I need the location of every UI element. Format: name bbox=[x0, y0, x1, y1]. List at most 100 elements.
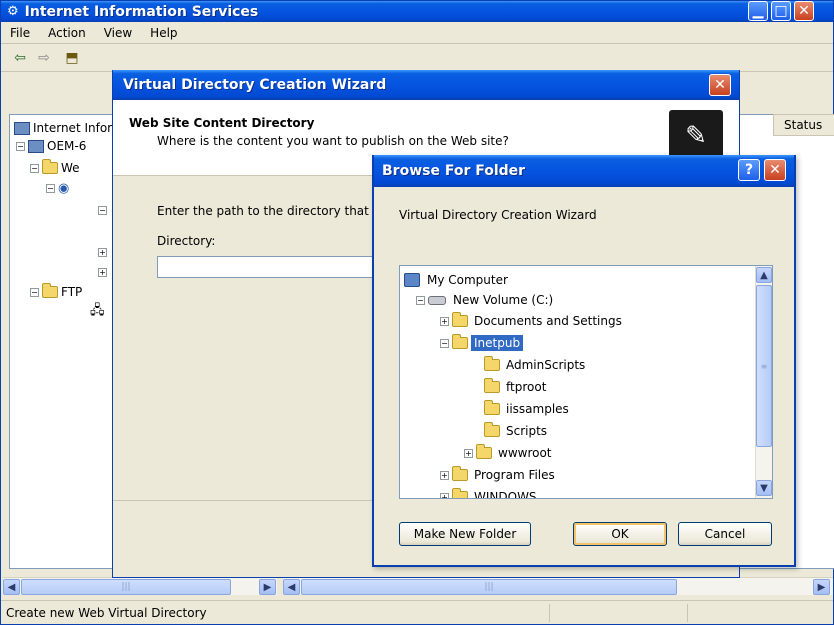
collapse-icon[interactable]: − bbox=[440, 338, 449, 348]
wizard-subheading: Where is the content you want to publish… bbox=[157, 134, 509, 148]
browse-for-folder-dialog: Browse For Folder ? ✕ Virtual Directory … bbox=[372, 155, 796, 567]
close-browse-button[interactable]: ✕ bbox=[764, 159, 786, 181]
wizard-title: Virtual Directory Creation Wizard bbox=[123, 77, 387, 93]
tree-label: wwwroot bbox=[498, 446, 552, 460]
left-h-scrollbar[interactable]: ◀ ||| ▶ bbox=[3, 577, 277, 595]
folder-icon bbox=[484, 422, 500, 437]
tree-item-scripts[interactable]: Scripts bbox=[484, 421, 550, 441]
tree-item-windows[interactable]: + WINDOWS bbox=[440, 487, 540, 498]
menu-help[interactable]: Help bbox=[141, 26, 186, 40]
make-new-folder-button[interactable]: Make New Folder bbox=[399, 522, 531, 546]
scroll-up-icon[interactable]: ▲ bbox=[756, 267, 772, 283]
scroll-right-icon[interactable]: ▶ bbox=[813, 579, 830, 595]
tree-label: ftproot bbox=[506, 380, 547, 394]
status-column-header[interactable]: Status bbox=[773, 114, 834, 136]
tree-item-wwwroot[interactable]: + wwwroot bbox=[464, 443, 555, 463]
tree-label: We bbox=[61, 161, 80, 175]
tree-item-ftproot[interactable]: ftproot bbox=[484, 377, 549, 397]
tree-item-adminscripts[interactable]: AdminScripts bbox=[484, 355, 588, 375]
folder-icon bbox=[476, 444, 492, 459]
scroll-thumb[interactable]: ||| bbox=[21, 579, 231, 595]
expand-icon[interactable]: + bbox=[440, 316, 449, 326]
iis-app-icon: ⚙ bbox=[7, 4, 19, 19]
tree-item-sub2[interactable]: + bbox=[98, 243, 110, 261]
tree-label: New Volume (C:) bbox=[453, 293, 554, 307]
tree-label-selected: Inetpub bbox=[471, 335, 524, 351]
tree-item-website[interactable]: − ◉ bbox=[46, 179, 69, 197]
tree-item-my-computer[interactable]: My Computer bbox=[404, 270, 511, 290]
collapse-icon[interactable]: − bbox=[16, 141, 25, 151]
scroll-thumb[interactable]: ||| bbox=[301, 579, 677, 595]
cancel-button[interactable]: Cancel bbox=[678, 522, 772, 546]
scroll-right-icon[interactable]: ▶ bbox=[259, 579, 276, 595]
tree-label: iissamples bbox=[506, 402, 569, 416]
collapse-icon[interactable]: − bbox=[30, 163, 39, 173]
tree-item-server[interactable]: − OEM-6 bbox=[16, 137, 86, 155]
scroll-down-icon[interactable]: ▼ bbox=[756, 480, 772, 496]
wizard-heading: Web Site Content Directory bbox=[129, 116, 315, 130]
status-divider bbox=[687, 604, 688, 622]
tree-label: FTP bbox=[61, 285, 83, 299]
menu-file[interactable]: File bbox=[1, 26, 39, 40]
expand-icon[interactable]: + bbox=[464, 448, 473, 458]
drive-icon bbox=[428, 295, 446, 305]
tree-item-websites[interactable]: − We bbox=[30, 159, 80, 177]
ok-button[interactable]: OK bbox=[573, 522, 667, 546]
minimize-button[interactable]: ▁ bbox=[748, 1, 768, 21]
tree-label: Internet Information Services bbox=[33, 121, 123, 135]
folder-icon bbox=[484, 356, 500, 371]
scroll-thumb[interactable]: ≡ bbox=[756, 285, 772, 447]
folder-icon bbox=[42, 159, 58, 174]
directory-input[interactable] bbox=[157, 256, 387, 278]
tree-item-drive-c[interactable]: − New Volume (C:) bbox=[416, 290, 556, 310]
my-computer-icon bbox=[404, 273, 420, 287]
tree-item-ftp[interactable]: − FTP bbox=[30, 283, 82, 301]
expand-icon[interactable]: + bbox=[440, 492, 449, 498]
tree-label: OEM-6 bbox=[47, 139, 87, 153]
collapse-icon[interactable]: − bbox=[98, 205, 107, 215]
up-folder-icon[interactable]: ⬒ bbox=[63, 50, 81, 66]
browse-description: Virtual Directory Creation Wizard bbox=[399, 208, 597, 222]
tree-label: My Computer bbox=[427, 273, 508, 287]
wizard-instruction: Enter the path to the directory that bbox=[157, 204, 369, 218]
tree-item-sub[interactable]: − bbox=[98, 201, 110, 219]
tree-item-iissamples[interactable]: iissamples bbox=[484, 399, 572, 419]
tree-item-inetpub[interactable]: − Inetpub bbox=[440, 333, 524, 353]
back-arrow-icon[interactable]: ⇦ bbox=[11, 50, 29, 66]
tree-item-sub3[interactable]: + bbox=[98, 263, 110, 281]
menu-action[interactable]: Action bbox=[39, 26, 95, 40]
collapse-icon[interactable]: − bbox=[46, 183, 55, 193]
maximize-button[interactable]: □ bbox=[771, 1, 791, 21]
tree-item-iis-root[interactable]: Internet Information Services bbox=[14, 119, 123, 137]
close-wizard-button[interactable]: ✕ bbox=[709, 74, 731, 96]
scroll-left-icon[interactable]: ◀ bbox=[3, 579, 20, 595]
right-h-scrollbar[interactable]: ◀ ||| ▶ bbox=[283, 577, 833, 595]
menu-view[interactable]: View bbox=[95, 26, 141, 40]
folder-tree[interactable]: My Computer − New Volume (C:) + Document… bbox=[399, 265, 773, 499]
main-window-title: Internet Information Services bbox=[24, 3, 259, 20]
browse-title: Browse For Folder bbox=[382, 163, 526, 179]
folder-icon bbox=[452, 466, 468, 481]
folder-open-icon bbox=[452, 334, 468, 349]
collapse-icon[interactable]: − bbox=[30, 287, 39, 297]
scroll-left-icon[interactable]: ◀ bbox=[283, 579, 300, 595]
menubar: File Action View Help bbox=[1, 22, 833, 44]
browse-titlebar[interactable]: Browse For Folder ? ✕ bbox=[374, 155, 794, 187]
folder-tree-v-scrollbar[interactable]: ▲ ≡ ▼ bbox=[755, 266, 772, 498]
collapse-icon[interactable]: − bbox=[416, 295, 425, 305]
close-main-button[interactable]: ✕ bbox=[794, 1, 814, 21]
forward-arrow-icon[interactable]: ⇨ bbox=[35, 50, 53, 66]
computer-icon bbox=[28, 139, 44, 153]
globe-icon: ◉ bbox=[58, 180, 70, 196]
tree-item-ftp-site[interactable]: 🖧 bbox=[90, 303, 105, 321]
expand-icon[interactable]: + bbox=[98, 267, 107, 277]
tree-item-program-files[interactable]: + Program Files bbox=[440, 465, 558, 485]
wizard-titlebar[interactable]: Virtual Directory Creation Wizard ✕ bbox=[113, 70, 739, 100]
expand-icon[interactable]: + bbox=[98, 247, 107, 257]
expand-icon[interactable]: + bbox=[440, 470, 449, 480]
folder-icon bbox=[452, 312, 468, 327]
folder-icon bbox=[42, 283, 58, 298]
main-titlebar[interactable]: ⚙ Internet Information Services ▁ □ ✕ bbox=[1, 1, 833, 22]
tree-item-documents[interactable]: + Documents and Settings bbox=[440, 311, 625, 331]
help-button[interactable]: ? bbox=[738, 159, 760, 181]
